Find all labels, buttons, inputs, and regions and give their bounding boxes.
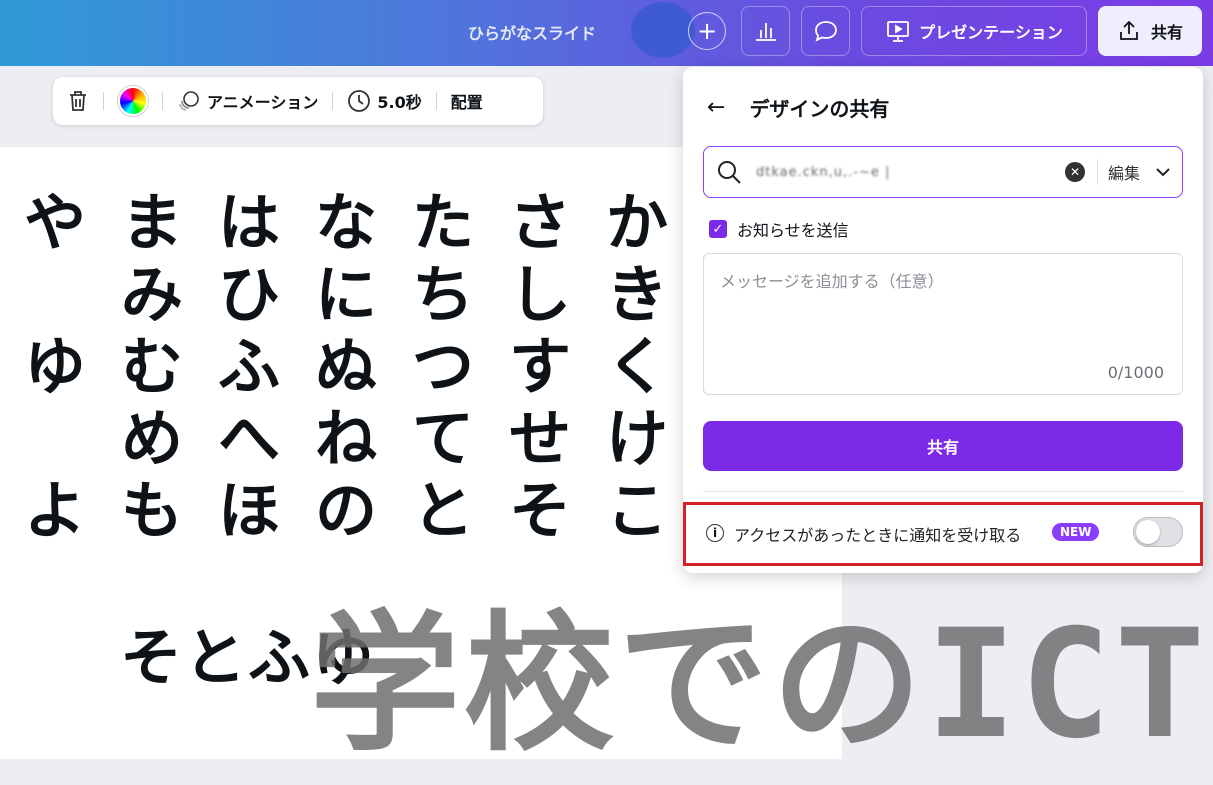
share-panel: ← デザインの共有 dtkae.ckn,u,.-~e | ✕ 編集 ✓ お知らせ…	[683, 67, 1203, 573]
kana-char: ま	[120, 186, 183, 259]
animation-label: アニメーション	[207, 93, 319, 112]
animation-button[interactable]: アニメーション	[177, 89, 318, 113]
position-label: 配置	[450, 93, 483, 112]
message-textarea[interactable]: メッセージを追加する（任意） 0/1000	[703, 253, 1183, 395]
avatar[interactable]	[631, 2, 695, 58]
kana-char: ふ	[217, 330, 280, 403]
search-value[interactable]: dtkae.ckn,u,.-~e |	[756, 165, 1065, 180]
kana-char: ね	[314, 402, 377, 475]
permission-label: 編集	[1107, 164, 1140, 183]
kana-char: て	[411, 402, 474, 475]
present-button[interactable]: プレゼンテーション	[861, 6, 1087, 56]
kana-char: は	[217, 186, 280, 259]
panel-header: ← デザインの共有	[707, 93, 889, 122]
insights-button[interactable]	[741, 6, 790, 56]
duration-button[interactable]: 5.0秒	[347, 89, 422, 113]
top-bar: ひらがなスライド + プレゼンテーション 共有	[0, 0, 1213, 66]
char-counter: 0/1000	[1107, 363, 1164, 382]
divider	[103, 92, 104, 110]
present-label: プレゼンテーション	[919, 23, 1063, 42]
clear-icon[interactable]: ✕	[1064, 162, 1085, 182]
kana-column: ま み む め も	[117, 187, 187, 547]
divider	[435, 92, 437, 110]
access-notify-toggle[interactable]	[1133, 517, 1183, 547]
panel-title: デザインの共有	[749, 97, 890, 121]
kana-column: さ し す せ そ	[505, 187, 575, 547]
kana-char: ゆ	[23, 330, 86, 403]
duration-label: 5.0秒	[377, 93, 422, 112]
kana-char: さ	[508, 186, 571, 259]
share-submit-button[interactable]: 共有	[703, 421, 1183, 471]
kana-char: ち	[411, 258, 474, 331]
search-icon	[718, 161, 741, 184]
divider	[162, 92, 163, 110]
kana-char	[20, 259, 90, 331]
back-arrow-icon[interactable]: ←	[707, 95, 725, 120]
kana-column: か き く け こ	[602, 187, 672, 547]
kana-char: し	[508, 258, 571, 331]
kana-char: め	[120, 402, 183, 475]
kana-char: に	[314, 258, 377, 331]
divider	[332, 92, 334, 110]
share-button[interactable]: 共有	[1098, 6, 1202, 56]
kana-char: み	[120, 258, 183, 331]
kana-char: む	[120, 330, 183, 403]
kana-column: な に ぬ ね の	[311, 187, 381, 547]
element-toolbar: アニメーション 5.0秒 配置	[53, 77, 543, 125]
message-placeholder: メッセージを追加する（任意）	[720, 272, 944, 291]
kana-char: の	[314, 474, 377, 547]
kana-char: か	[605, 186, 668, 259]
document-title[interactable]: ひらがなスライド	[468, 20, 596, 44]
kana-char: そ	[508, 474, 571, 547]
trash-icon[interactable]	[67, 89, 89, 113]
kana-char: た	[411, 186, 474, 259]
divider	[703, 491, 1183, 492]
clock-icon	[348, 90, 371, 112]
new-badge: NEW	[1052, 523, 1100, 541]
chevron-down-icon	[1156, 168, 1170, 177]
kana-char: へ	[217, 402, 280, 475]
watermark: 学校でのICT	[310, 598, 1209, 772]
add-collaborator-button[interactable]: +	[688, 12, 726, 50]
kana-char: よ	[23, 474, 86, 547]
presentation-icon	[887, 21, 910, 42]
chart-icon	[755, 23, 776, 41]
kana-char: ぬ	[314, 330, 377, 403]
position-button[interactable]: 配置	[451, 89, 483, 113]
kana-char: つ	[411, 330, 474, 403]
toggle-knob	[1136, 520, 1160, 544]
people-search-input[interactable]: dtkae.ckn,u,.-~e | ✕ 編集	[703, 146, 1183, 198]
access-notify-label: アクセスがあったときに通知を受け取る	[734, 526, 1022, 545]
kana-column: や ゆ よ	[20, 187, 90, 547]
kana-column: は ひ ふ へ ほ	[214, 187, 284, 547]
kana-char: や	[23, 186, 86, 259]
kana-char: と	[411, 474, 474, 547]
kana-char: こ	[605, 474, 668, 547]
comment-button[interactable]	[801, 6, 850, 56]
kana-char: も	[120, 474, 183, 547]
comment-icon	[814, 21, 837, 42]
upload-icon	[1120, 20, 1138, 40]
kana-char: す	[508, 330, 571, 403]
animation-icon	[179, 91, 199, 111]
notify-checkbox-row[interactable]: ✓ お知らせを送信	[709, 217, 849, 241]
kana-char: せ	[508, 402, 571, 475]
kana-char: ほ	[217, 474, 280, 547]
kana-char: き	[605, 258, 668, 331]
color-picker-button[interactable]	[118, 86, 148, 116]
divider	[1096, 159, 1098, 185]
kana-char: な	[314, 186, 377, 259]
permission-dropdown[interactable]: 編集	[1108, 160, 1170, 184]
kana-char: く	[605, 330, 668, 403]
kana-char: け	[605, 402, 668, 475]
kana-char: ひ	[217, 258, 280, 331]
kana-char	[20, 403, 90, 475]
info-icon[interactable]: i	[706, 524, 724, 542]
share-label: 共有	[1150, 23, 1183, 42]
notify-checkbox-label: お知らせを送信	[737, 221, 849, 240]
notify-checkbox[interactable]: ✓	[709, 220, 727, 238]
access-notify-row: i アクセスがあったときに通知を受け取る NEW	[683, 502, 1203, 566]
kana-column: た ち つ て と	[408, 187, 478, 547]
plus-icon: +	[696, 17, 718, 45]
